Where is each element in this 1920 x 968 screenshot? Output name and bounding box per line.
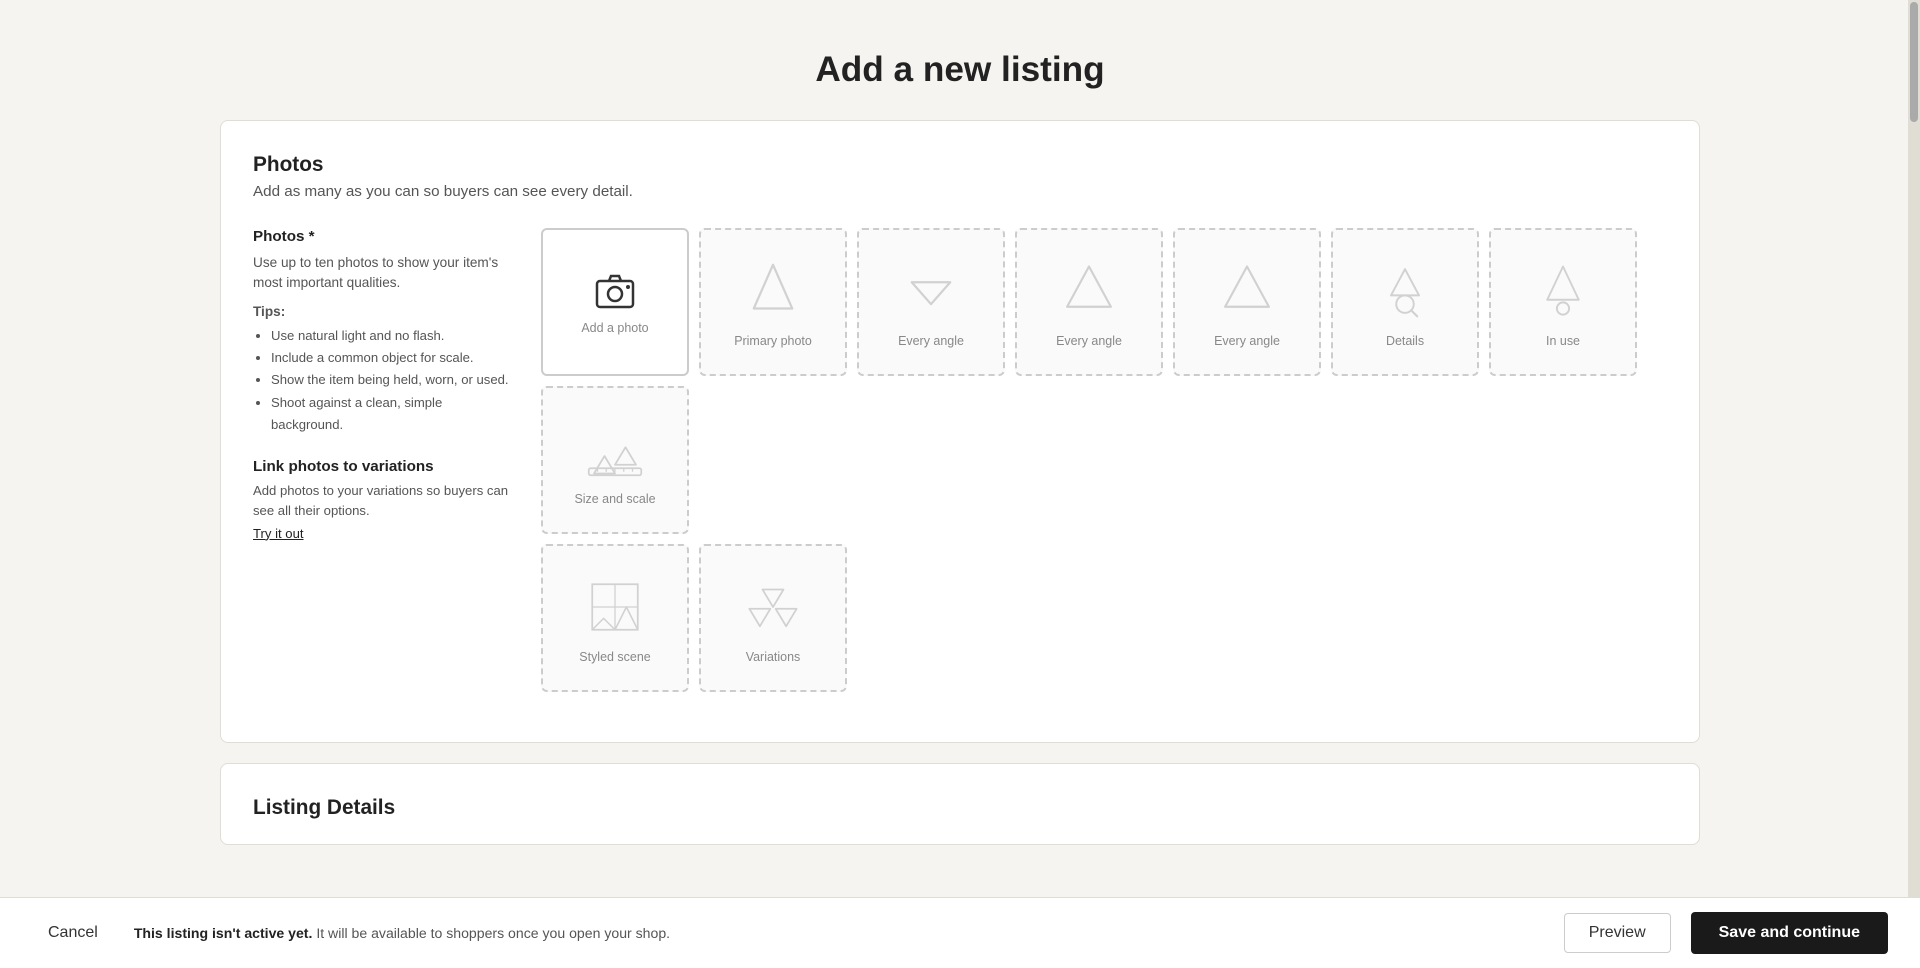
camera-icon bbox=[593, 269, 637, 313]
add-photo-label: Add a photo bbox=[581, 321, 648, 335]
main-content: Photos Add as many as you can so buyers … bbox=[200, 120, 1720, 845]
photos-row-2: Styled scene Variations bbox=[541, 544, 1667, 692]
scrollbar[interactable] bbox=[1908, 0, 1920, 968]
add-photo-button[interactable]: Add a photo bbox=[541, 228, 689, 376]
photos-section: Photos Add as many as you can so buyers … bbox=[220, 120, 1700, 743]
photos-sidebar: Photos * Use up to ten photos to show yo… bbox=[253, 228, 513, 702]
angle-icon-3 bbox=[1212, 256, 1282, 326]
page-title: Add a new listing bbox=[0, 50, 1920, 90]
in-use-slot[interactable]: In use bbox=[1489, 228, 1637, 376]
angle-icon-2 bbox=[1054, 256, 1124, 326]
tip-item: Include a common object for scale. bbox=[271, 347, 513, 369]
angle-icon-1 bbox=[896, 256, 966, 326]
listing-details-section: Listing Details bbox=[220, 763, 1700, 845]
tip-item: Show the item being held, worn, or used. bbox=[271, 369, 513, 391]
save-continue-button[interactable]: Save and continue bbox=[1691, 912, 1888, 954]
every-angle-label-1: Every angle bbox=[898, 334, 964, 348]
primary-photo-label: Primary photo bbox=[734, 334, 812, 348]
photos-row-1: Add a photo Primary photo bbox=[541, 228, 1667, 534]
details-label: Details bbox=[1386, 334, 1424, 348]
preview-button[interactable]: Preview bbox=[1564, 913, 1671, 953]
notice-text: It will be available to shoppers once yo… bbox=[312, 925, 670, 941]
try-it-out-link[interactable]: Try it out bbox=[253, 526, 304, 541]
link-variations-title: Link photos to variations bbox=[253, 458, 513, 475]
cancel-button[interactable]: Cancel bbox=[32, 916, 114, 950]
size-scale-slot[interactable]: Size and scale bbox=[541, 386, 689, 534]
notice-bold: This listing isn't active yet. bbox=[134, 925, 313, 941]
tip-item: Shoot against a clean, simple background… bbox=[271, 392, 513, 437]
primary-photo-slot[interactable]: Primary photo bbox=[699, 228, 847, 376]
every-angle-label-3: Every angle bbox=[1214, 334, 1280, 348]
size-scale-label: Size and scale bbox=[574, 492, 655, 506]
tip-item: Use natural light and no flash. bbox=[271, 325, 513, 347]
variations-label: Variations bbox=[746, 650, 801, 664]
details-slot[interactable]: Details bbox=[1331, 228, 1479, 376]
every-angle-label-2: Every angle bbox=[1056, 334, 1122, 348]
bottom-bar: Cancel This listing isn't active yet. It… bbox=[0, 897, 1920, 968]
styled-scene-icon bbox=[580, 572, 650, 642]
size-scale-icon bbox=[580, 414, 650, 484]
photos-label: Photos * bbox=[253, 228, 513, 245]
styled-scene-slot[interactable]: Styled scene bbox=[541, 544, 689, 692]
page-header: Add a new listing bbox=[0, 0, 1920, 120]
photos-description: Use up to ten photos to show your item's… bbox=[253, 253, 513, 294]
variations-slot[interactable]: Variations bbox=[699, 544, 847, 692]
styled-scene-label: Styled scene bbox=[579, 650, 650, 664]
details-icon bbox=[1370, 256, 1440, 326]
photos-layout: Photos * Use up to ten photos to show yo… bbox=[253, 228, 1667, 702]
tips-list: Use natural light and no flash. Include … bbox=[253, 325, 513, 437]
every-angle-slot-1[interactable]: Every angle bbox=[857, 228, 1005, 376]
bottom-notice: This listing isn't active yet. It will b… bbox=[134, 925, 1544, 941]
listing-details-title: Listing Details bbox=[253, 796, 1667, 820]
photos-section-subtitle: Add as many as you can so buyers can see… bbox=[253, 183, 1667, 200]
tips-label: Tips: bbox=[253, 304, 513, 319]
every-angle-slot-3[interactable]: Every angle bbox=[1173, 228, 1321, 376]
photos-grid: Add a photo Primary photo bbox=[541, 228, 1667, 702]
every-angle-slot-2[interactable]: Every angle bbox=[1015, 228, 1163, 376]
link-variations-desc: Add photos to your variations so buyers … bbox=[253, 481, 513, 520]
variations-icon bbox=[738, 572, 808, 642]
photos-section-title: Photos bbox=[253, 153, 1667, 177]
scrollbar-thumb[interactable] bbox=[1910, 2, 1918, 122]
in-use-icon bbox=[1528, 256, 1598, 326]
in-use-label: In use bbox=[1546, 334, 1580, 348]
primary-photo-icon bbox=[738, 256, 808, 326]
